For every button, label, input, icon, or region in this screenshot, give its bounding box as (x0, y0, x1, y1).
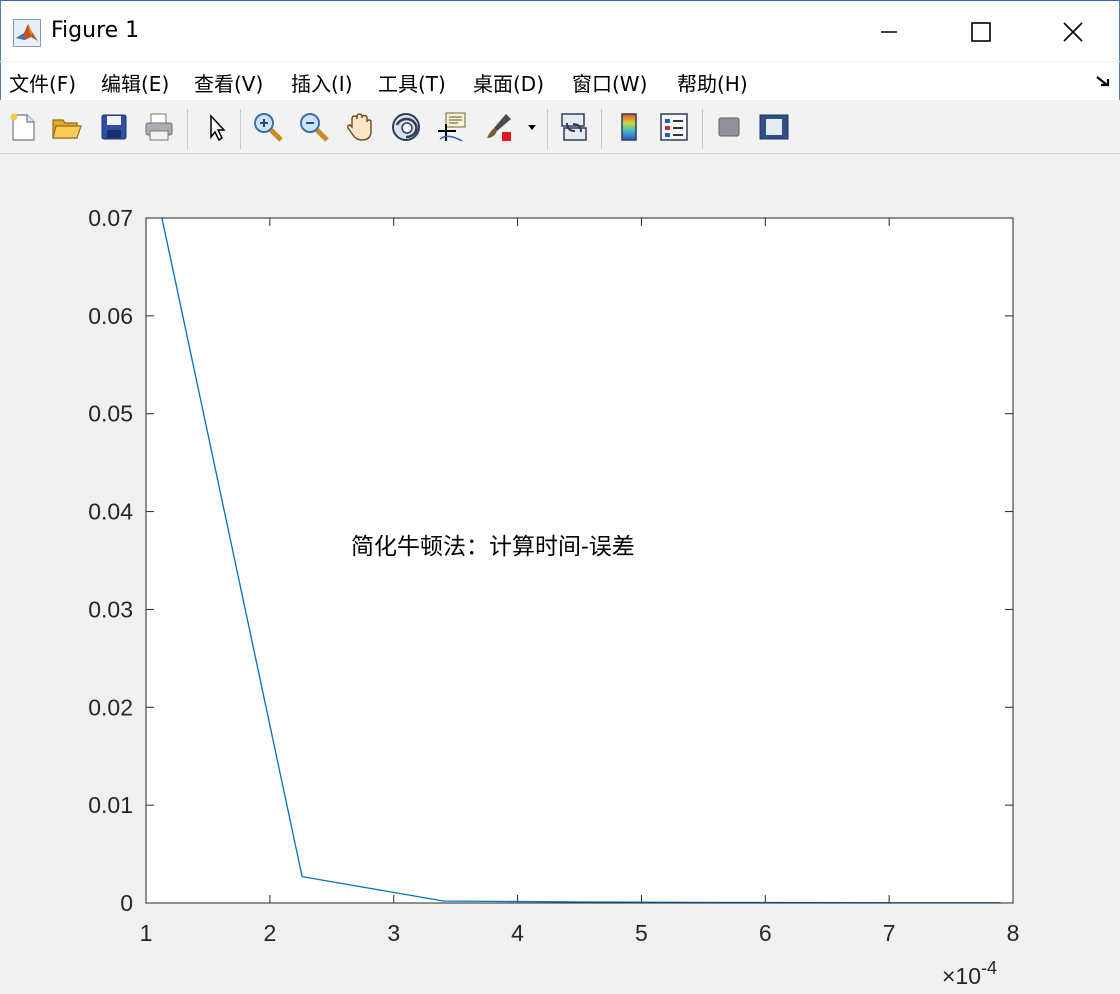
hide-plot-tools-icon (718, 117, 740, 137)
rotate-3d-icon (392, 113, 420, 141)
matlab-icon (13, 19, 41, 47)
pan-hand-icon (347, 113, 372, 141)
brush-dropdown-icon (528, 125, 536, 130)
x-tick-label: 3 (387, 920, 400, 946)
close-icon (1063, 22, 1083, 42)
menu-help[interactable]: 帮助(H) (677, 68, 748, 97)
annotation-text: 简化牛顿法：计算时间-误差 (351, 534, 635, 560)
x-tick-label: 4 (511, 920, 524, 946)
menu-window[interactable]: 窗口(W) (572, 68, 647, 97)
brush-dropdown-button[interactable] (522, 109, 542, 145)
x-exponent-power: -4 (981, 958, 997, 978)
y-tick-label: 0.03 (88, 596, 133, 622)
brush-button[interactable] (480, 109, 516, 145)
show-plot-tools-icon (759, 114, 789, 140)
menu-edit[interactable]: 编辑(E) (101, 68, 169, 97)
x-tick-label: 8 (1007, 920, 1020, 946)
menu-file[interactable]: 文件(F) (9, 68, 76, 97)
legend-icon (660, 113, 688, 141)
data-cursor-button[interactable] (434, 109, 470, 145)
y-tick-label: 0.02 (88, 694, 133, 720)
figure-window: Figure 1 文件(F) 编辑(E) 查看(V) 插入(I) 工具(T) 桌… (0, 0, 1120, 994)
title-bar[interactable]: Figure 1 (0, 1, 1120, 61)
new-figure-icon (10, 113, 35, 141)
toolbar-separator (547, 109, 548, 149)
show-plot-tools-button[interactable] (756, 109, 792, 145)
print-icon (145, 113, 173, 141)
x-tick-label: 1 (140, 920, 153, 946)
menu-insert[interactable]: 插入(I) (291, 68, 353, 97)
y-tick-label: 0.04 (88, 499, 133, 525)
toolbar-separator (187, 109, 188, 149)
menu-tools[interactable]: 工具(T) (378, 68, 446, 97)
y-tick-label: 0.06 (88, 303, 133, 329)
figure-canvas: 1 2 3 4 5 6 7 8 0 0.01 0.02 0.03 0.04 0.05 0.06 0.07 简化… (0, 154, 1120, 994)
link-plot-button[interactable] (556, 109, 592, 145)
link-plot-icon (561, 113, 587, 141)
legend-button[interactable] (656, 109, 692, 145)
pan-button[interactable] (342, 109, 378, 145)
line-chart[interactable]: 1 2 3 4 5 6 7 8 0 0.01 0.02 0.03 0.04 0.05 0.06 0.07 简化… (0, 154, 1120, 994)
x-tick-label: 6 (759, 920, 772, 946)
toolbar-separator (240, 109, 241, 149)
close-button[interactable] (1043, 9, 1103, 55)
minimize-icon (881, 31, 897, 33)
y-tick-label: 0.01 (88, 792, 133, 818)
print-button[interactable] (141, 109, 177, 145)
toolbar-separator (601, 109, 602, 149)
brush-icon (487, 114, 511, 141)
zoom-out-icon (300, 113, 329, 142)
hide-plot-tools-button[interactable] (711, 109, 747, 145)
menu-view[interactable]: 查看(V) (194, 68, 263, 97)
data-cursor-icon (438, 112, 466, 142)
x-exponent-label: ×10-4 (942, 958, 997, 989)
colorbar-button[interactable] (611, 109, 647, 145)
toolbar-separator (702, 109, 703, 149)
zoom-in-button[interactable] (250, 109, 286, 145)
x-tick-label: 7 (883, 920, 896, 946)
edit-plot-arrow-icon (210, 114, 226, 142)
maximize-icon (971, 22, 991, 42)
open-file-icon (52, 119, 82, 139)
rotate-3d-button[interactable] (388, 109, 424, 145)
y-tick-label: 0.05 (88, 401, 133, 427)
open-file-button[interactable] (49, 109, 85, 145)
y-tick-label: 0.07 (88, 205, 133, 231)
maximize-button[interactable] (951, 9, 1011, 55)
dock-arrow-icon[interactable] (1095, 74, 1111, 88)
minimize-button[interactable] (859, 9, 919, 55)
zoom-in-icon (254, 113, 283, 142)
window-title: Figure 1 (51, 18, 140, 43)
menu-bar: 文件(F) 编辑(E) 查看(V) 插入(I) 工具(T) 桌面(D) 窗口(W… (0, 62, 1120, 100)
x-tick-label: 5 (635, 920, 648, 946)
zoom-out-button[interactable] (296, 109, 332, 145)
figure-toolbar (0, 101, 1120, 154)
edit-plot-button[interactable] (198, 109, 234, 145)
new-figure-button[interactable] (5, 109, 41, 145)
x-tick-label: 2 (263, 920, 276, 946)
y-tick-label: 0 (120, 890, 133, 916)
save-button[interactable] (96, 109, 132, 145)
colorbar-icon (621, 113, 637, 141)
menu-desktop[interactable]: 桌面(D) (473, 68, 544, 97)
save-icon (101, 114, 127, 140)
axes-background[interactable] (146, 218, 1013, 903)
x-exponent-base: ×10 (942, 963, 981, 989)
